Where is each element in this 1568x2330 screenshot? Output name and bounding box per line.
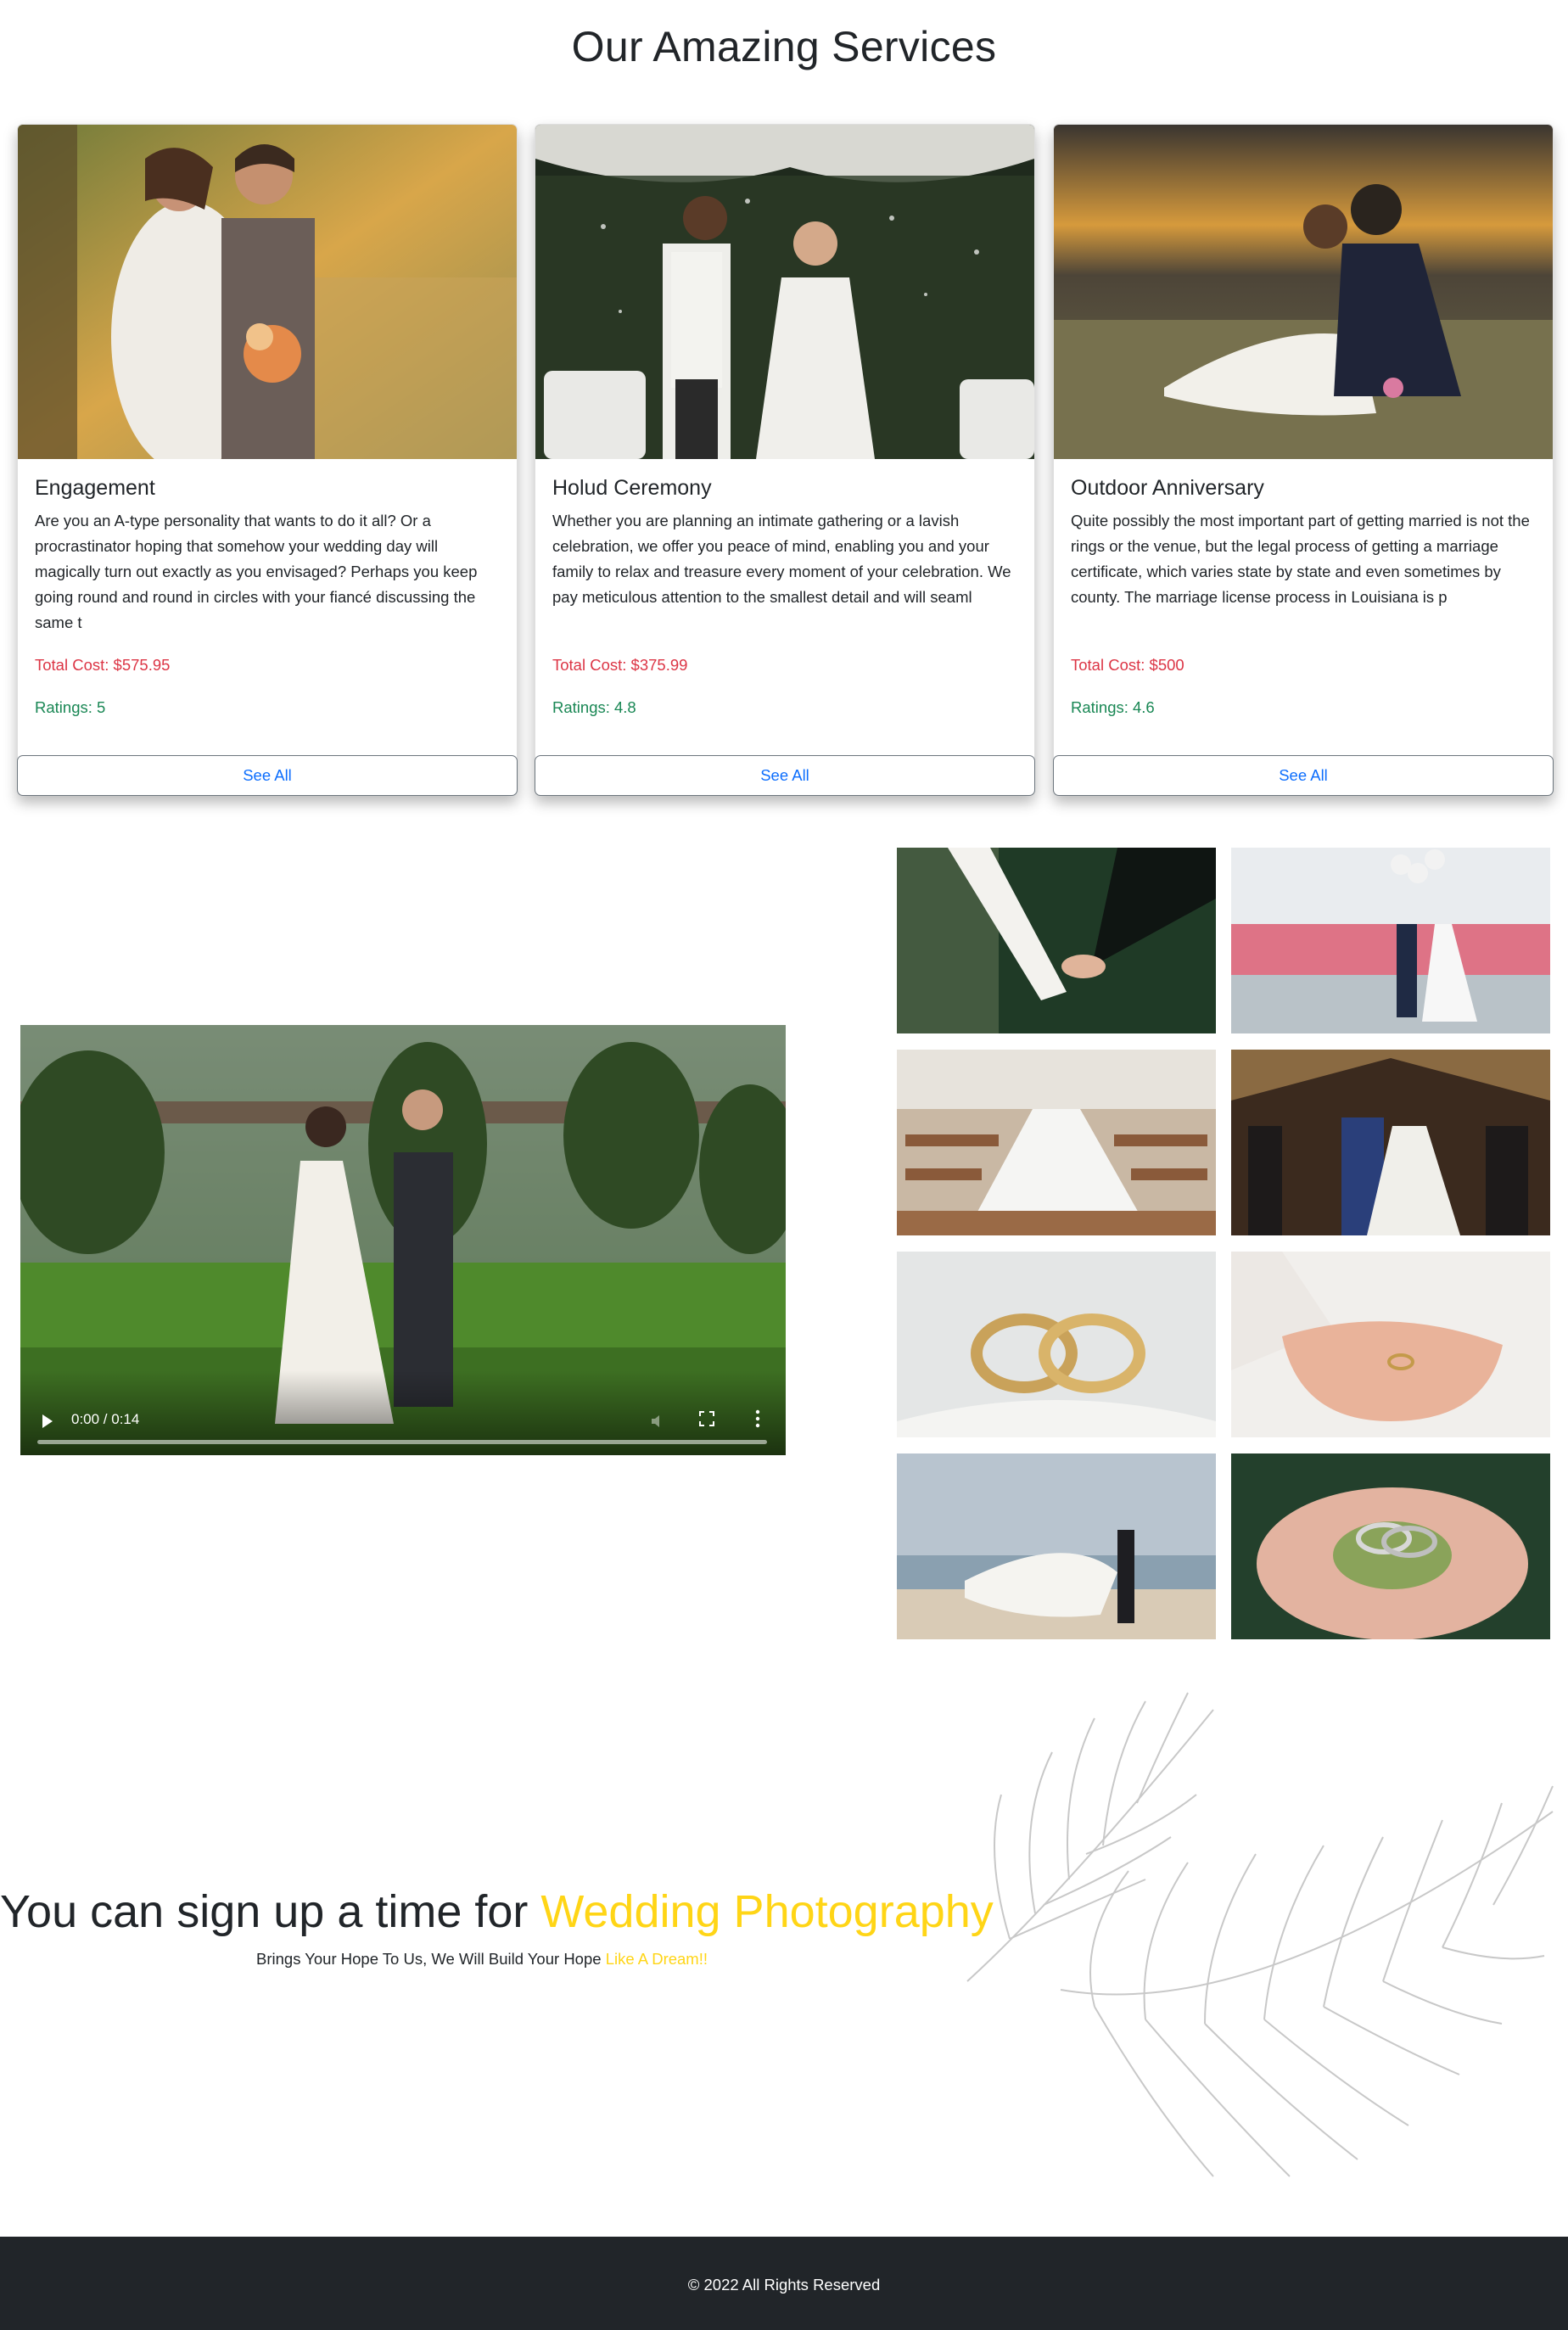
gallery-photo-holding-hands <box>897 848 1216 1033</box>
fullscreen-icon[interactable] <box>699 1411 714 1426</box>
engagement-photo <box>18 125 517 459</box>
gallery-photo-venue-aisle <box>897 1050 1216 1235</box>
card-rating: Ratings: 5 <box>35 698 106 716</box>
card-description: Whether you are planning an intimate gat… <box>552 512 1011 606</box>
services-heading: Our Amazing Services <box>571 23 997 70</box>
card-title: Holud Ceremony <box>552 476 712 500</box>
card-rating: Ratings: 4.8 <box>552 698 636 716</box>
card-title: Engagement <box>35 476 155 500</box>
card-rating: Ratings: 4.6 <box>1071 698 1155 716</box>
gallery-photo-flower-rings <box>1231 1453 1550 1639</box>
more-options-icon[interactable] <box>755 1409 760 1428</box>
card-cost: Total Cost: $500 <box>1071 656 1184 674</box>
service-card-holud-ceremony: Holud Ceremony Whether you are planning … <box>535 124 1035 796</box>
palm-leaf-decoration <box>966 1692 1554 2177</box>
signup-heading-highlight: Wedding Photography <box>540 1886 994 1937</box>
footer-copyright: © 2022 All Rights Reserved <box>687 2276 881 2294</box>
card-description: Quite possibly the most important part o… <box>1071 512 1530 606</box>
card-description: Are you an A-type personality that wants… <box>35 512 478 631</box>
gallery-photo-ring-in-hands <box>1231 1252 1550 1437</box>
volume-icon[interactable] <box>650 1413 669 1430</box>
see-all-button[interactable]: See All <box>17 755 518 796</box>
signup-subtitle: Brings Your Hope To Us, We Will Build Yo… <box>0 1950 964 1969</box>
gallery-photo-balloons <box>1231 848 1550 1033</box>
video-progress-bar[interactable] <box>37 1440 767 1444</box>
gallery-photo-beach-couple <box>897 1453 1216 1639</box>
holud-ceremony-photo <box>535 125 1034 459</box>
signup-subtitle-text: Brings Your Hope To Us, We Will Build Yo… <box>256 1950 606 1968</box>
signup-heading-text: You can sign up a time for <box>0 1886 541 1937</box>
video-time: 0:00 / 0:14 <box>71 1411 140 1427</box>
outdoor-anniversary-photo <box>1054 125 1553 459</box>
video-controls: 0:00 / 0:14 <box>20 1370 786 1455</box>
gallery-photo-celebration <box>1231 1050 1550 1235</box>
service-card-engagement: Engagement Are you an A-type personality… <box>17 124 518 796</box>
wedding-video-player[interactable]: 0:00 / 0:14 <box>20 1025 786 1455</box>
signup-heading: You can sign up a time for Wedding Photo… <box>0 1885 994 1938</box>
footer: © 2022 All Rights Reserved <box>0 2237 1568 2330</box>
card-cost: Total Cost: $375.99 <box>552 656 688 674</box>
see-all-button[interactable]: See All <box>1053 755 1554 796</box>
signup-subtitle-highlight: Like A Dream!! <box>605 1950 708 1968</box>
gallery-photo-rings <box>897 1252 1216 1437</box>
service-card-outdoor-anniversary: Outdoor Anniversary Quite possibly the m… <box>1053 124 1554 796</box>
see-all-button[interactable]: See All <box>535 755 1035 796</box>
card-cost: Total Cost: $575.95 <box>35 656 171 674</box>
card-title: Outdoor Anniversary <box>1071 476 1264 500</box>
play-icon[interactable] <box>42 1414 53 1428</box>
